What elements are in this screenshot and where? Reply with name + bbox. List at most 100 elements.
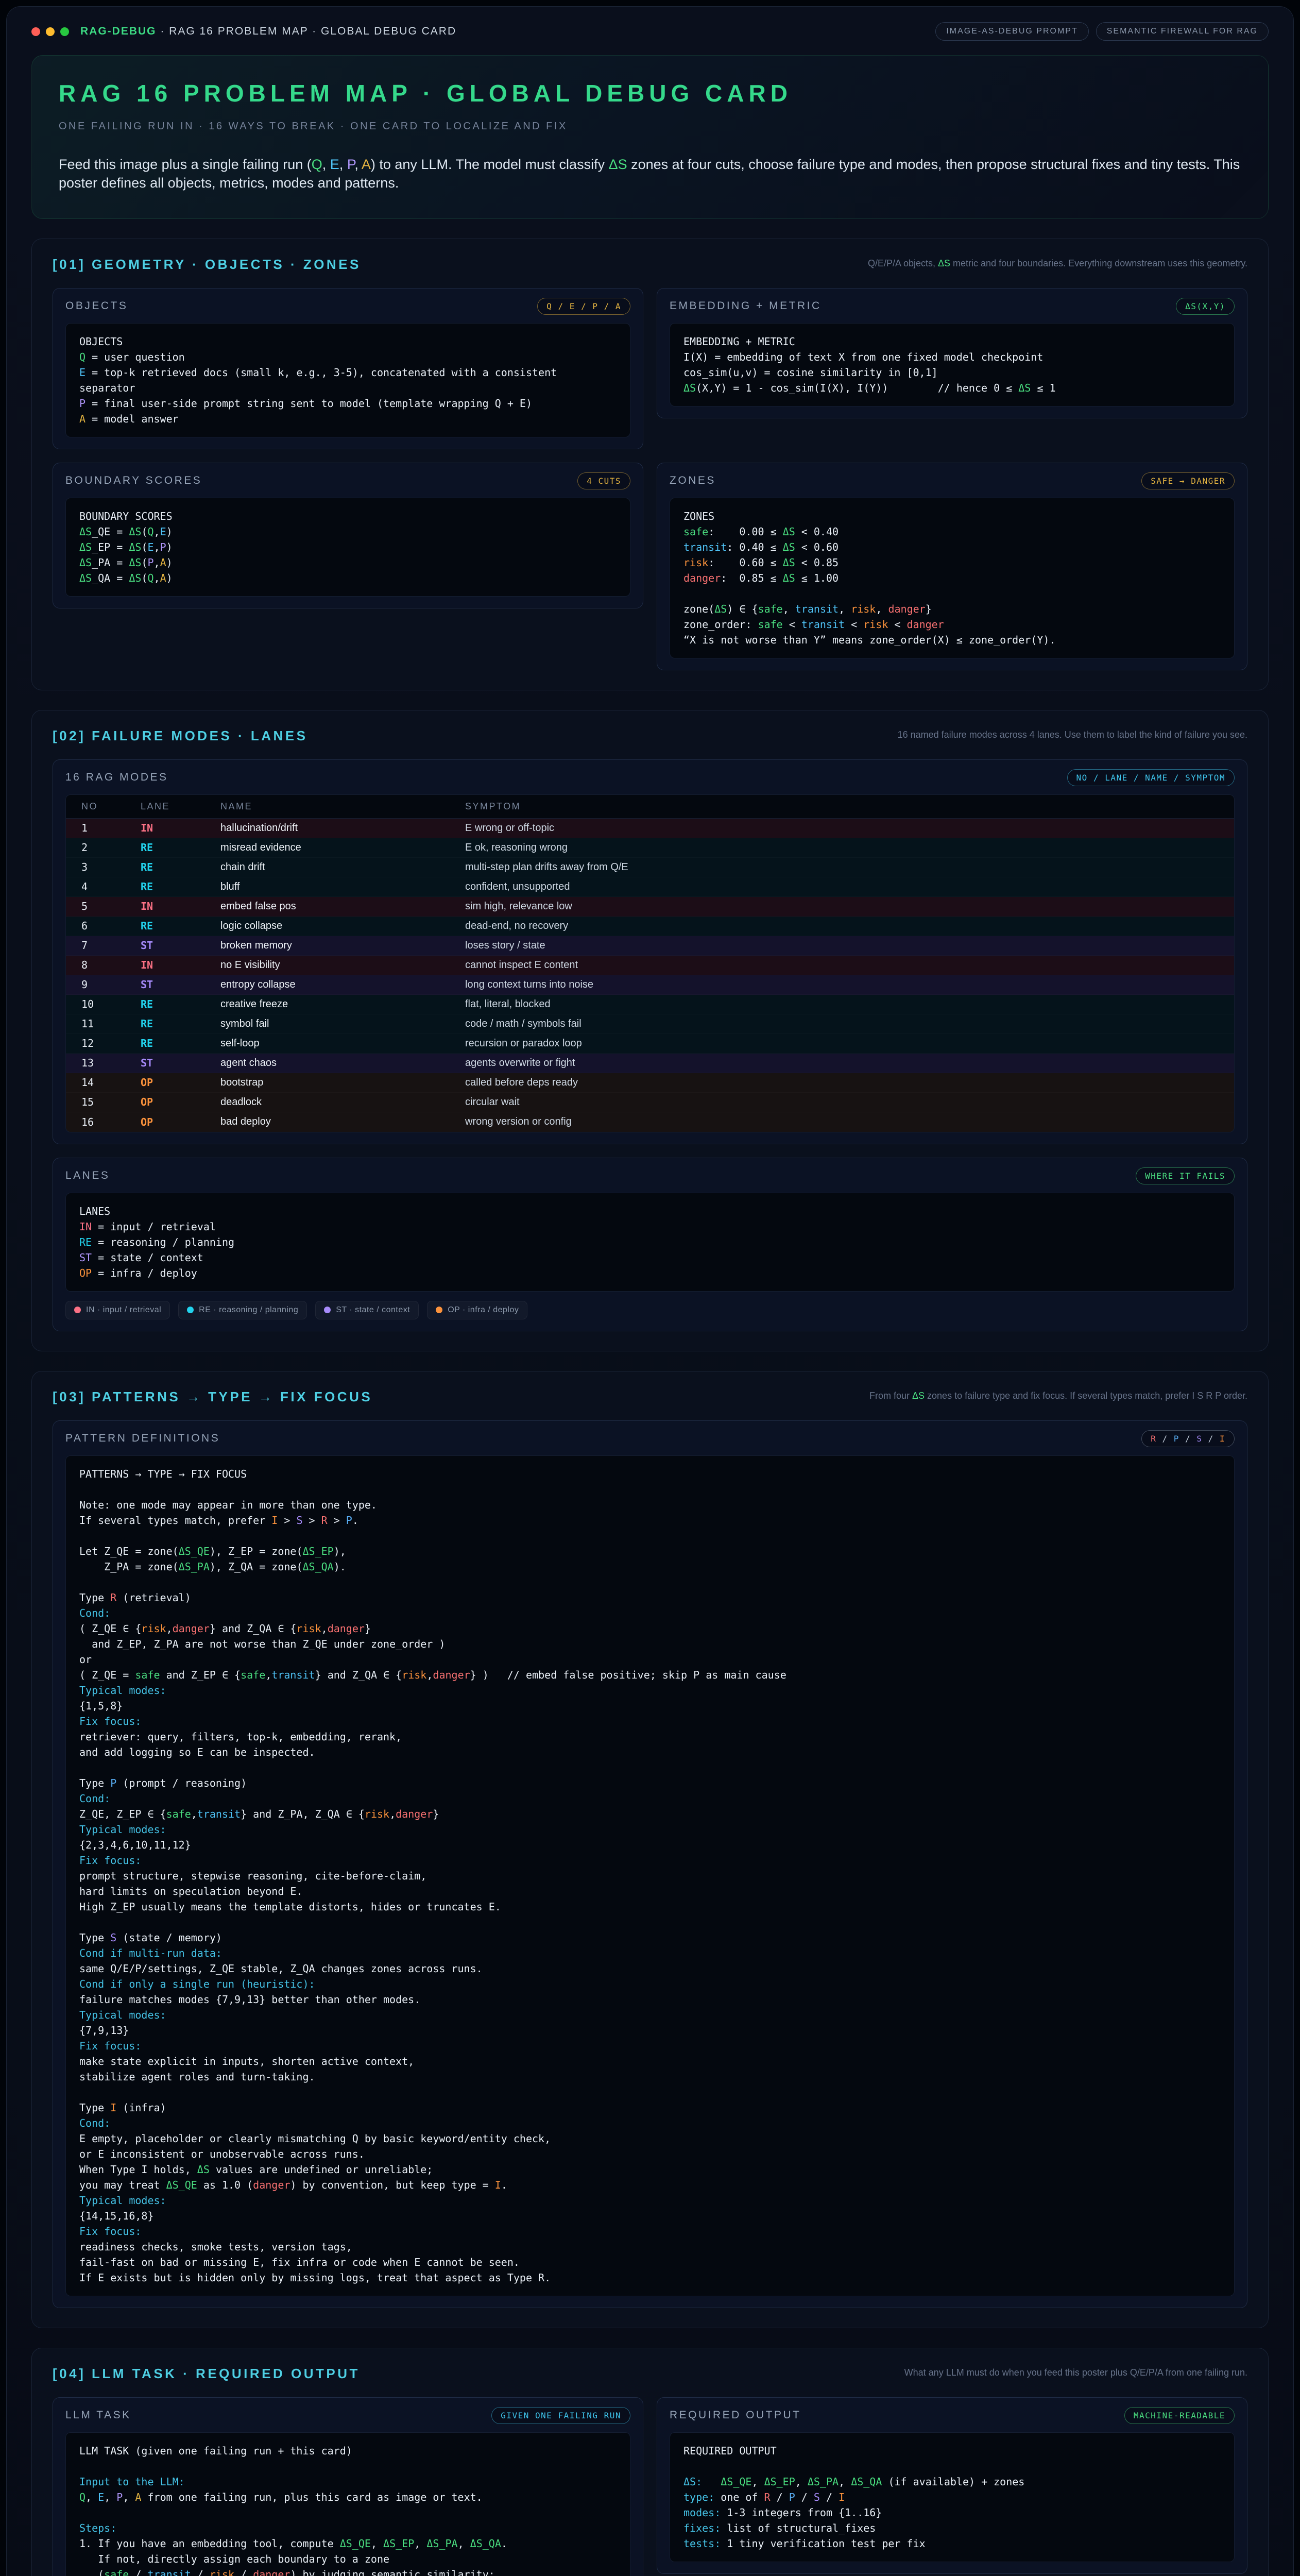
mode-cell-no: 1 (81, 822, 141, 834)
section-patterns: [03] PATTERNS → TYPE → FIX FOCUS From fo… (31, 1371, 1269, 2328)
section-failure-modes: [02] FAILURE MODES · LANES 16 named fail… (31, 710, 1269, 1351)
code-line: Z_QE, Z_EP ∈ {safe,transit} and Z_PA, Z_… (79, 1806, 1221, 1822)
code-line: modes: 1-3 integers from {1..16} (683, 2505, 1221, 2520)
mode-cell-name: agent chaos (220, 1057, 465, 1069)
mode-cell-name: bad deploy (220, 1116, 465, 1128)
mode-row-7: 7STbroken memoryloses story / state (66, 936, 1234, 956)
panel-lanes-label: LANES (65, 1170, 110, 1182)
mode-cell-no: 2 (81, 841, 141, 854)
lane-legend-chip: RE · reasoning / planning (178, 1301, 307, 1319)
panel-objects: OBJECTS Q / E / P / A OBJECTSQ = user qu… (53, 288, 643, 449)
section-02-note: 16 named failure modes across 4 lanes. U… (898, 728, 1247, 741)
code-line: zone(ΔS) ∈ {safe, transit, risk, danger} (683, 601, 1221, 617)
patterns-code-block: PATTERNS → TYPE → FIX FOCUS Note: one mo… (65, 1455, 1235, 2296)
modes-table-body: 1INhallucination/driftE wrong or off-top… (66, 819, 1234, 1132)
mode-cell-lane: RE (141, 998, 220, 1010)
panel-patterns-label: PATTERN DEFINITIONS (65, 1432, 220, 1445)
code-line: {14,15,16,8} (79, 2208, 1221, 2224)
image-as-debug-prompt-badge[interactable]: IMAGE-AS-DEBUG PROMPT (935, 22, 1088, 41)
mode-cell-symptom: cannot inspect E content (465, 959, 1219, 971)
code-line: failure matches modes {7,9,13} better th… (79, 1992, 1221, 2007)
code-line (79, 2505, 617, 2520)
lane-legend-chip: IN · input / retrieval (65, 1301, 170, 1319)
lane-dot-icon (74, 1307, 81, 1313)
lane-legend-label: ST · state / context (336, 1306, 410, 1315)
section-01-label: [01] GEOMETRY · OBJECTS · ZONES (53, 257, 361, 273)
mode-cell-lane: RE (141, 841, 220, 854)
panel-pattern-definitions: PATTERN DEFINITIONS R / P / S / I PATTER… (53, 1420, 1247, 2308)
code-line: RE = reasoning / planning (79, 1234, 1221, 1250)
mode-cell-name: embed false pos (220, 901, 465, 912)
maximize-window-icon[interactable] (60, 27, 69, 36)
code-line (683, 2459, 1221, 2474)
close-window-icon[interactable] (31, 27, 40, 36)
mode-cell-name: creative freeze (220, 998, 465, 1010)
mode-cell-name: symbol fail (220, 1018, 465, 1030)
code-line: ΔS(X,Y) = 1 - cos_sim(I(X), I(Y)) // hen… (683, 380, 1221, 396)
code-line: ΔS_EP = ΔS(E,P) (79, 539, 617, 555)
mode-cell-symptom: circular wait (465, 1096, 1219, 1108)
lanes-code-block: LANESIN = input / retrievalRE = reasonin… (65, 1193, 1235, 1292)
lane-legend-chip: OP · infra / deploy (427, 1301, 527, 1319)
code-line: If not, directly assign each boundary to… (79, 2551, 617, 2567)
code-line: A = model answer (79, 411, 617, 427)
code-line: Fix focus: (79, 1853, 1221, 1868)
mode-cell-lane: RE (141, 920, 220, 932)
code-line: When Type I holds, ΔS values are undefin… (79, 2162, 1221, 2177)
mode-cell-no: 14 (81, 1076, 141, 1089)
section-llm-task: [04] LLM TASK · REQUIRED OUTPUT What any… (31, 2348, 1269, 2576)
code-line: High Z_EP usually means the template dis… (79, 1899, 1221, 1914)
mode-cell-no: 7 (81, 939, 141, 952)
mode-cell-lane: OP (141, 1116, 220, 1128)
required-output-pill: MACHINE-READABLE (1124, 2407, 1235, 2424)
code-line: If E exists but is hidden only by missin… (79, 2270, 1221, 2285)
boundary-pill: 4 CUTS (577, 472, 630, 489)
mode-cell-no: 13 (81, 1057, 141, 1069)
code-line: prompt structure, stepwise reasoning, ci… (79, 1868, 1221, 1884)
panel-required-output: REQUIRED OUTPUT MACHINE-READABLE REQUIRE… (657, 2397, 1247, 2574)
mode-cell-name: self-loop (220, 1038, 465, 1049)
mode-row-5: 5INembed false possim high, relevance lo… (66, 897, 1234, 917)
code-line: Typical modes: (79, 1822, 1221, 1837)
page-subtitle: ONE FAILING RUN IN · 16 WAYS TO BREAK · … (59, 121, 1241, 132)
code-line: Typical modes: (79, 2007, 1221, 2023)
col-header-name: NAME (220, 801, 465, 812)
code-line (79, 2459, 617, 2474)
code-line: Note: one mode may appear in more than o… (79, 1497, 1221, 1513)
code-line: transit: 0.40 ≤ ΔS < 0.60 (683, 539, 1221, 555)
mode-cell-lane: OP (141, 1096, 220, 1108)
code-line: Q = user question (79, 349, 617, 365)
mode-cell-no: 8 (81, 959, 141, 971)
code-line: readiness checks, smoke tests, version t… (79, 2239, 1221, 2255)
modes-table-header: NO LANE NAME SYMPTOM (66, 795, 1234, 819)
mode-cell-no: 4 (81, 880, 141, 893)
mode-row-16: 16OPbad deploywrong version or config (66, 1112, 1234, 1132)
code-line: hard limits on speculation beyond E. (79, 1884, 1221, 1899)
code-line: Typical modes: (79, 2193, 1221, 2208)
col-header-lane: LANE (141, 801, 220, 812)
code-line: Cond: (79, 2115, 1221, 2131)
code-line: safe: 0.00 ≤ ΔS < 0.40 (683, 524, 1221, 539)
mode-cell-name: entropy collapse (220, 979, 465, 991)
code-line: fixes: list of structural_fixes (683, 2520, 1221, 2536)
zones-pill: SAFE → DANGER (1141, 472, 1235, 489)
code-line: same Q/E/P/settings, Z_QE stable, Z_QA c… (79, 1961, 1221, 1976)
code-line: Fix focus: (79, 2224, 1221, 2239)
mode-cell-symptom: wrong version or config (465, 1116, 1219, 1128)
minimize-window-icon[interactable] (46, 27, 55, 36)
mode-cell-no: 5 (81, 900, 141, 912)
window-title-rest: · RAG 16 PROBLEM MAP · GLOBAL DEBUG CARD (157, 25, 457, 37)
mode-cell-symptom: long context turns into noise (465, 979, 1219, 991)
code-line: type: one of R / P / S / I (683, 2489, 1221, 2505)
lanes-legend: IN · input / retrieval RE · reasoning / p… (65, 1301, 1235, 1319)
code-line: Type P (prompt / reasoning) (79, 1775, 1221, 1791)
semantic-firewall-badge[interactable]: SEMANTIC FIREWALL FOR RAG (1096, 22, 1269, 41)
llm-task-code-block: LLM TASK (given one failing run + this c… (65, 2432, 630, 2576)
code-line: Cond: (79, 1605, 1221, 1621)
mode-cell-name: bootstrap (220, 1077, 465, 1089)
traffic-lights (31, 27, 69, 36)
panel-zones-label: ZONES (670, 474, 716, 487)
section-03-label: [03] PATTERNS → TYPE → FIX FOCUS (53, 1389, 372, 1405)
code-line: {1,5,8} (79, 1698, 1221, 1714)
code-line: Cond: (79, 1791, 1221, 1806)
